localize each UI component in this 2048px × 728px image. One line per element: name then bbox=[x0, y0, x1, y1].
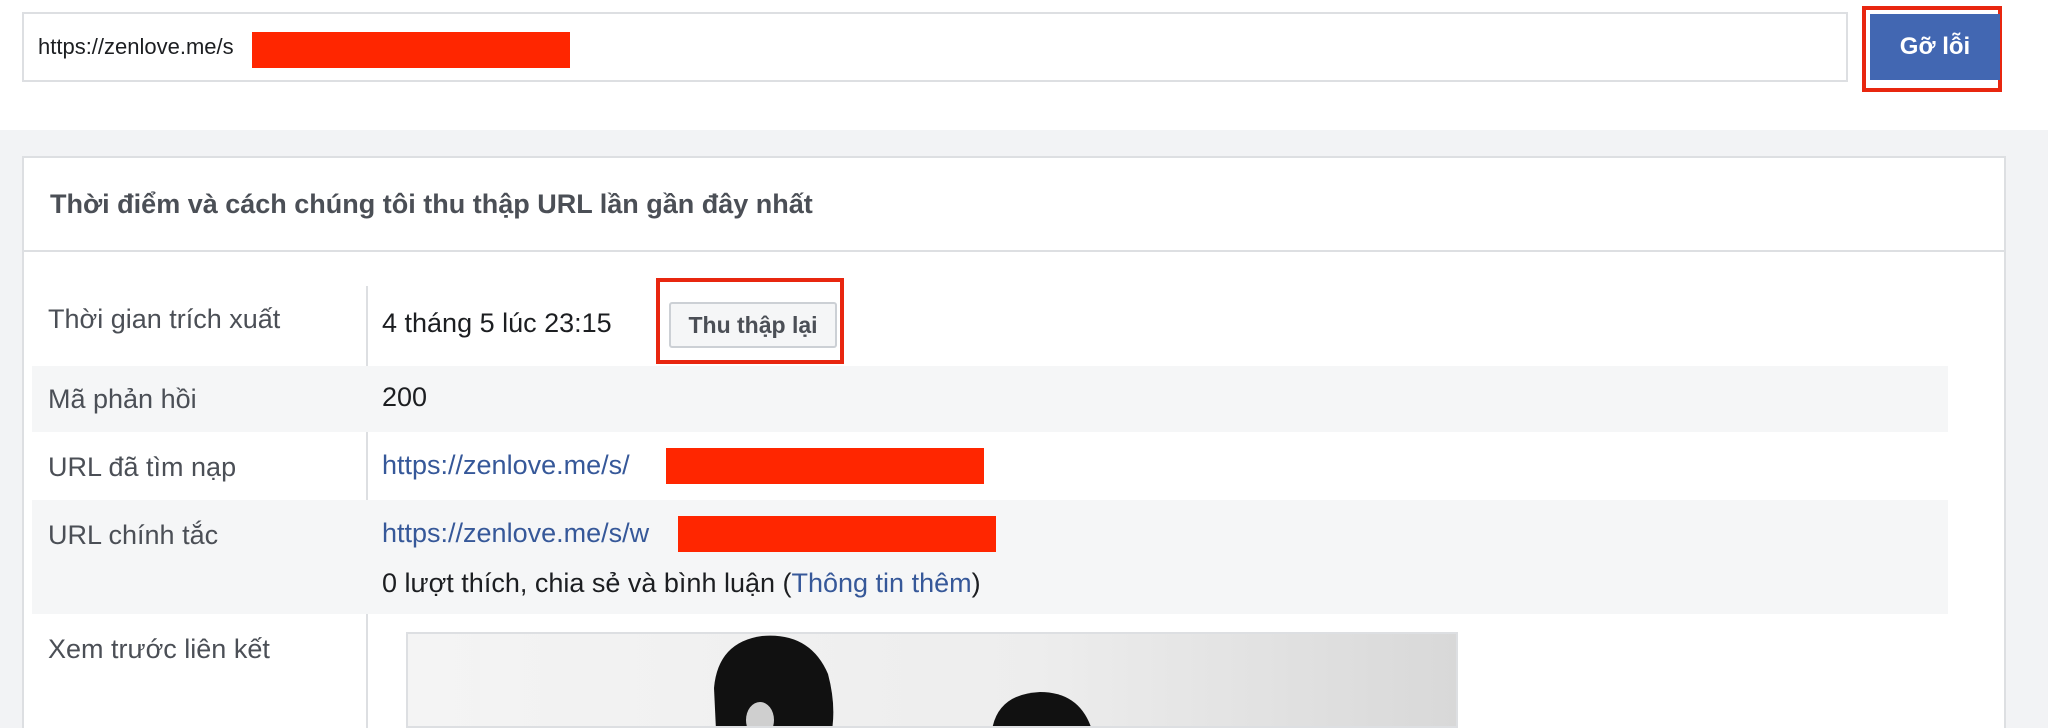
link-preview-label: Xem trước liên kết bbox=[48, 634, 270, 664]
engagement-count-text: 0 lượt thích, chia sẻ và bình luận ( bbox=[382, 568, 792, 598]
engagement-close-paren: ) bbox=[971, 568, 981, 598]
row-fetched-url: URL đã tìm nạp https://zenlove.me/s/ bbox=[32, 432, 1948, 500]
response-code-value: 200 bbox=[382, 382, 428, 412]
response-code-label: Mã phản hồi bbox=[48, 384, 197, 414]
canonical-url-label: URL chính tắc bbox=[48, 520, 219, 550]
fetched-url-label: URL đã tìm nạp bbox=[48, 452, 237, 482]
card-title: Thời điểm và cách chúng tôi thu thập URL… bbox=[24, 158, 2004, 252]
redacted-fetched-url bbox=[666, 448, 984, 484]
row-scrape-time: Thời gian trích xuất 4 tháng 5 lúc 23:15 bbox=[32, 286, 1948, 366]
top-bar: Gỡ lỗi bbox=[0, 0, 2048, 130]
refetch-button[interactable]: Thu thập lại bbox=[669, 302, 837, 348]
canonical-url-link[interactable]: https://zenlove.me/s/w bbox=[382, 518, 649, 549]
fetched-url-link[interactable]: https://zenlove.me/s/ bbox=[382, 450, 630, 481]
engagement-text: 0 lượt thích, chia sẻ và bình luận (Thôn… bbox=[382, 568, 981, 599]
scrape-time-value: 4 tháng 5 lúc 23:15 bbox=[382, 308, 612, 338]
redacted-canonical-url bbox=[678, 516, 996, 552]
scrape-time-label: Thời gian trích xuất bbox=[48, 304, 281, 334]
link-preview-image[interactable] bbox=[406, 632, 1458, 728]
redacted-url-block bbox=[252, 32, 570, 68]
preview-photo bbox=[408, 634, 1456, 726]
more-info-link[interactable]: Thông tin thêm bbox=[792, 568, 972, 598]
debug-button[interactable]: Gỡ lỗi bbox=[1870, 14, 2000, 80]
row-response-code: Mã phản hồi 200 bbox=[32, 366, 1948, 432]
